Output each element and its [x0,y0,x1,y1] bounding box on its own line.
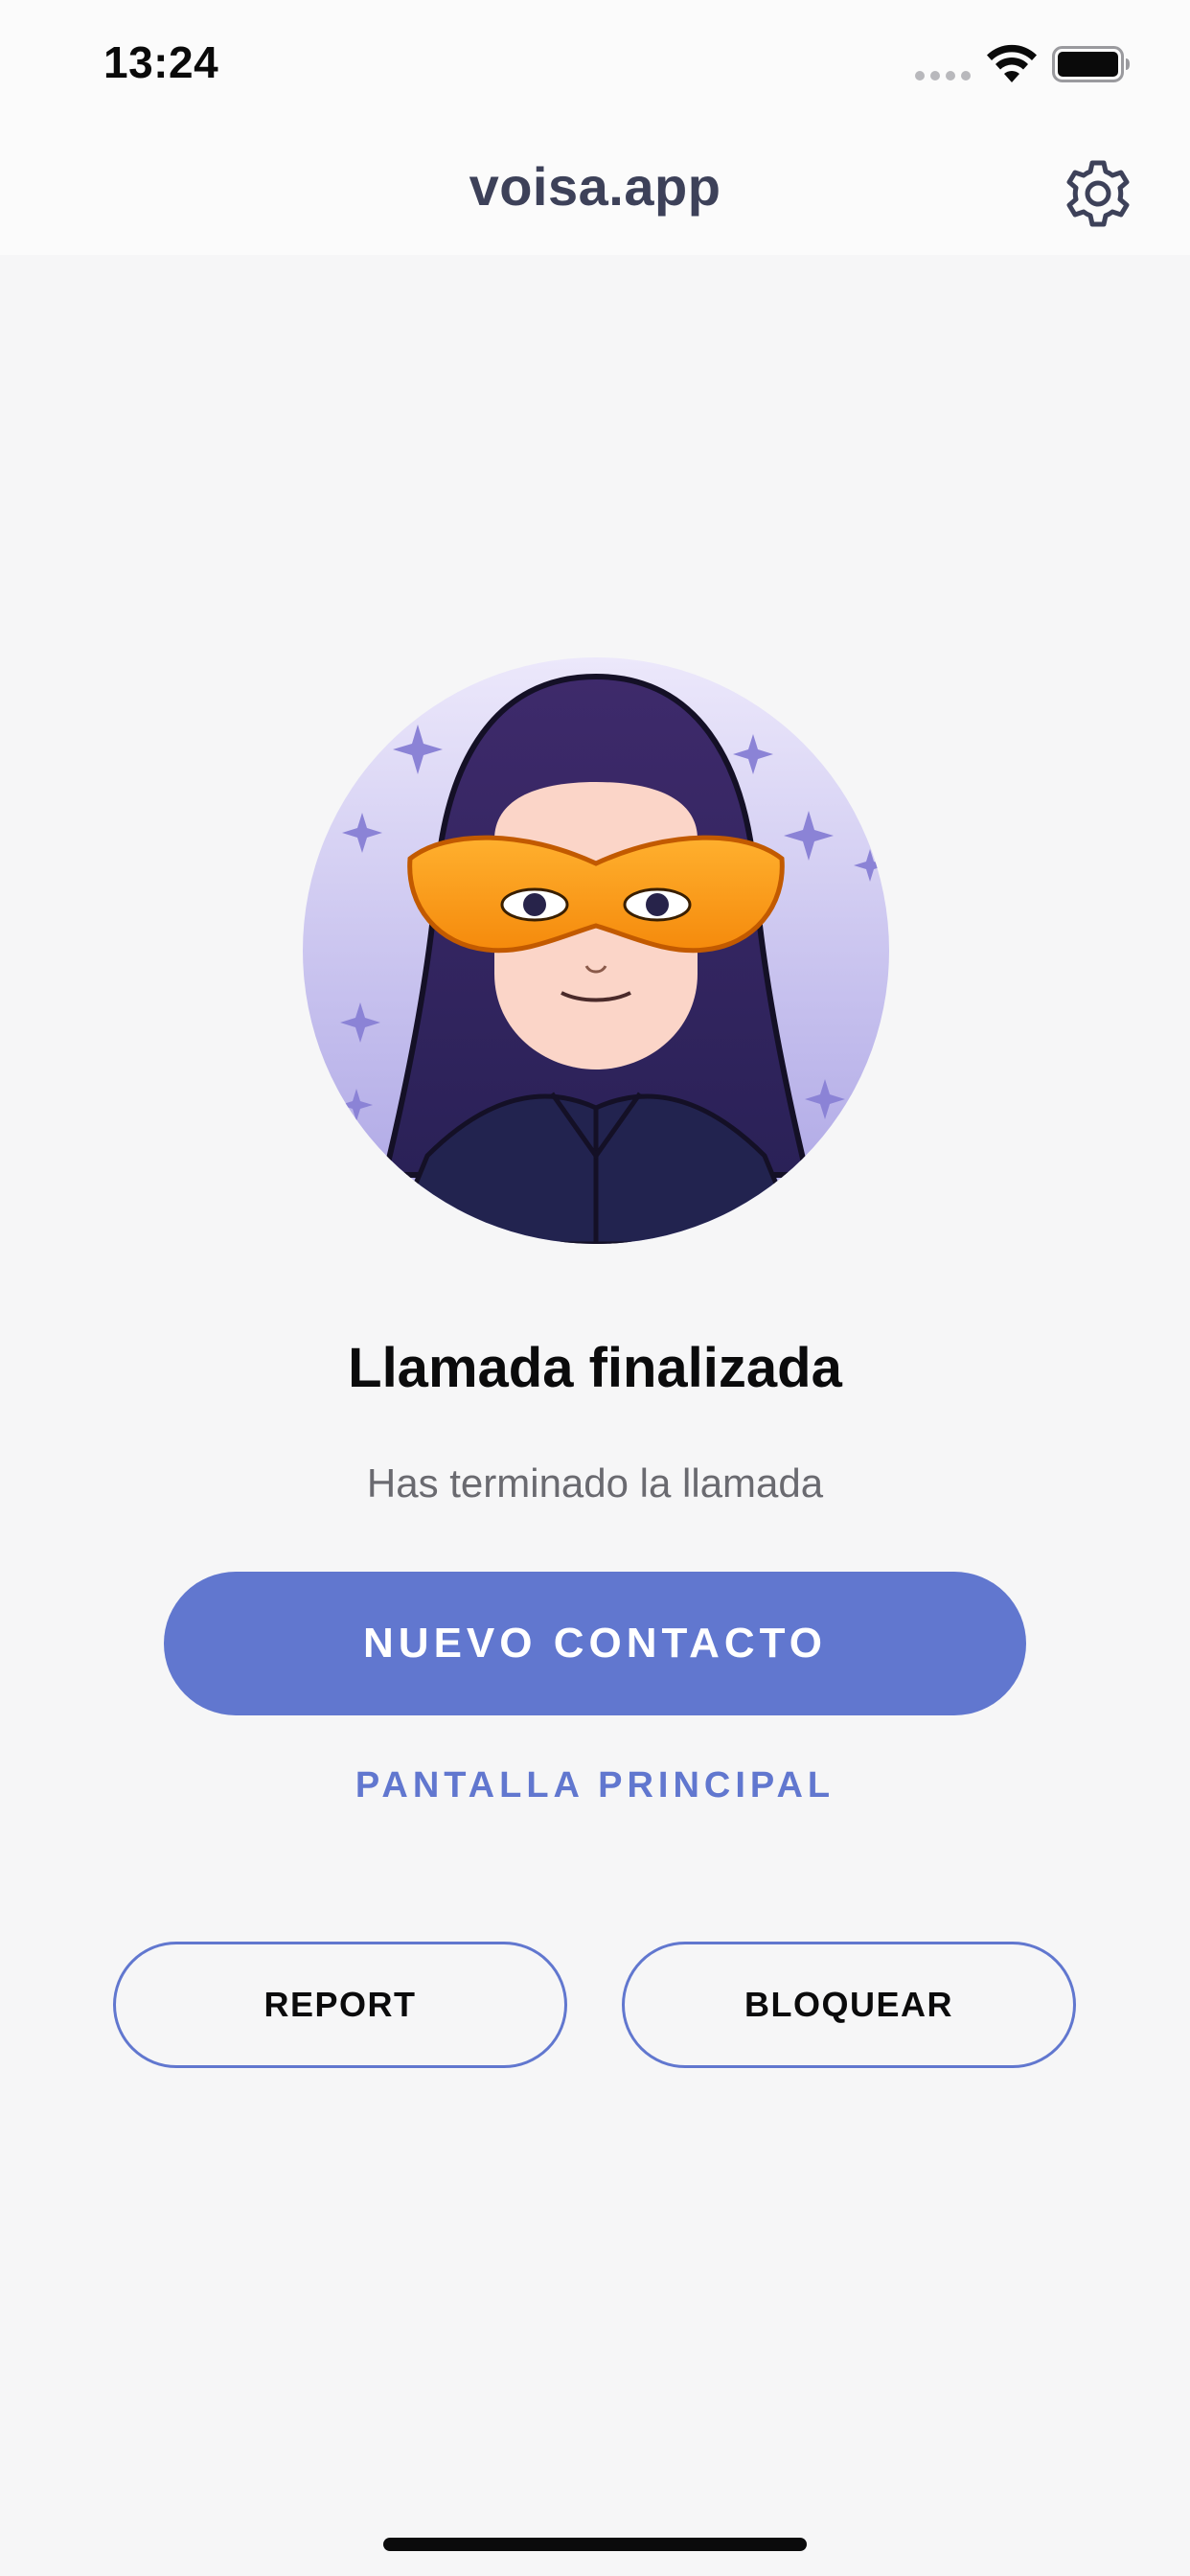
cellular-signal-icon [915,71,971,80]
call-ended-screen: 13:24 voisa.app Llamada finalizada Has t… [0,0,1190,2576]
status-time: 13:24 [103,37,219,87]
app-header: voisa.app [0,134,1190,255]
wifi-icon [987,44,1037,82]
battery-icon [1052,46,1130,82]
masked-hooded-avatar-icon [303,657,889,1244]
home-indicator[interactable] [383,2538,807,2551]
home-screen-link[interactable]: PANTALLA PRINCIPAL [0,1765,1190,1806]
new-contact-button[interactable]: NUEVO CONTACTO [164,1572,1026,1715]
app-title: voisa.app [469,156,721,217]
gear-icon [1066,160,1130,227]
report-button[interactable]: REPORT [113,1942,567,2068]
call-ended-title: Llamada finalizada [348,1337,842,1399]
call-ended-subtitle: Has terminado la llamada [366,1460,824,1506]
settings-button[interactable] [1060,155,1136,232]
block-button[interactable]: BLOQUEAR [622,1942,1076,2068]
avatar [303,657,889,1244]
status-bar: 13:24 [0,0,1190,134]
